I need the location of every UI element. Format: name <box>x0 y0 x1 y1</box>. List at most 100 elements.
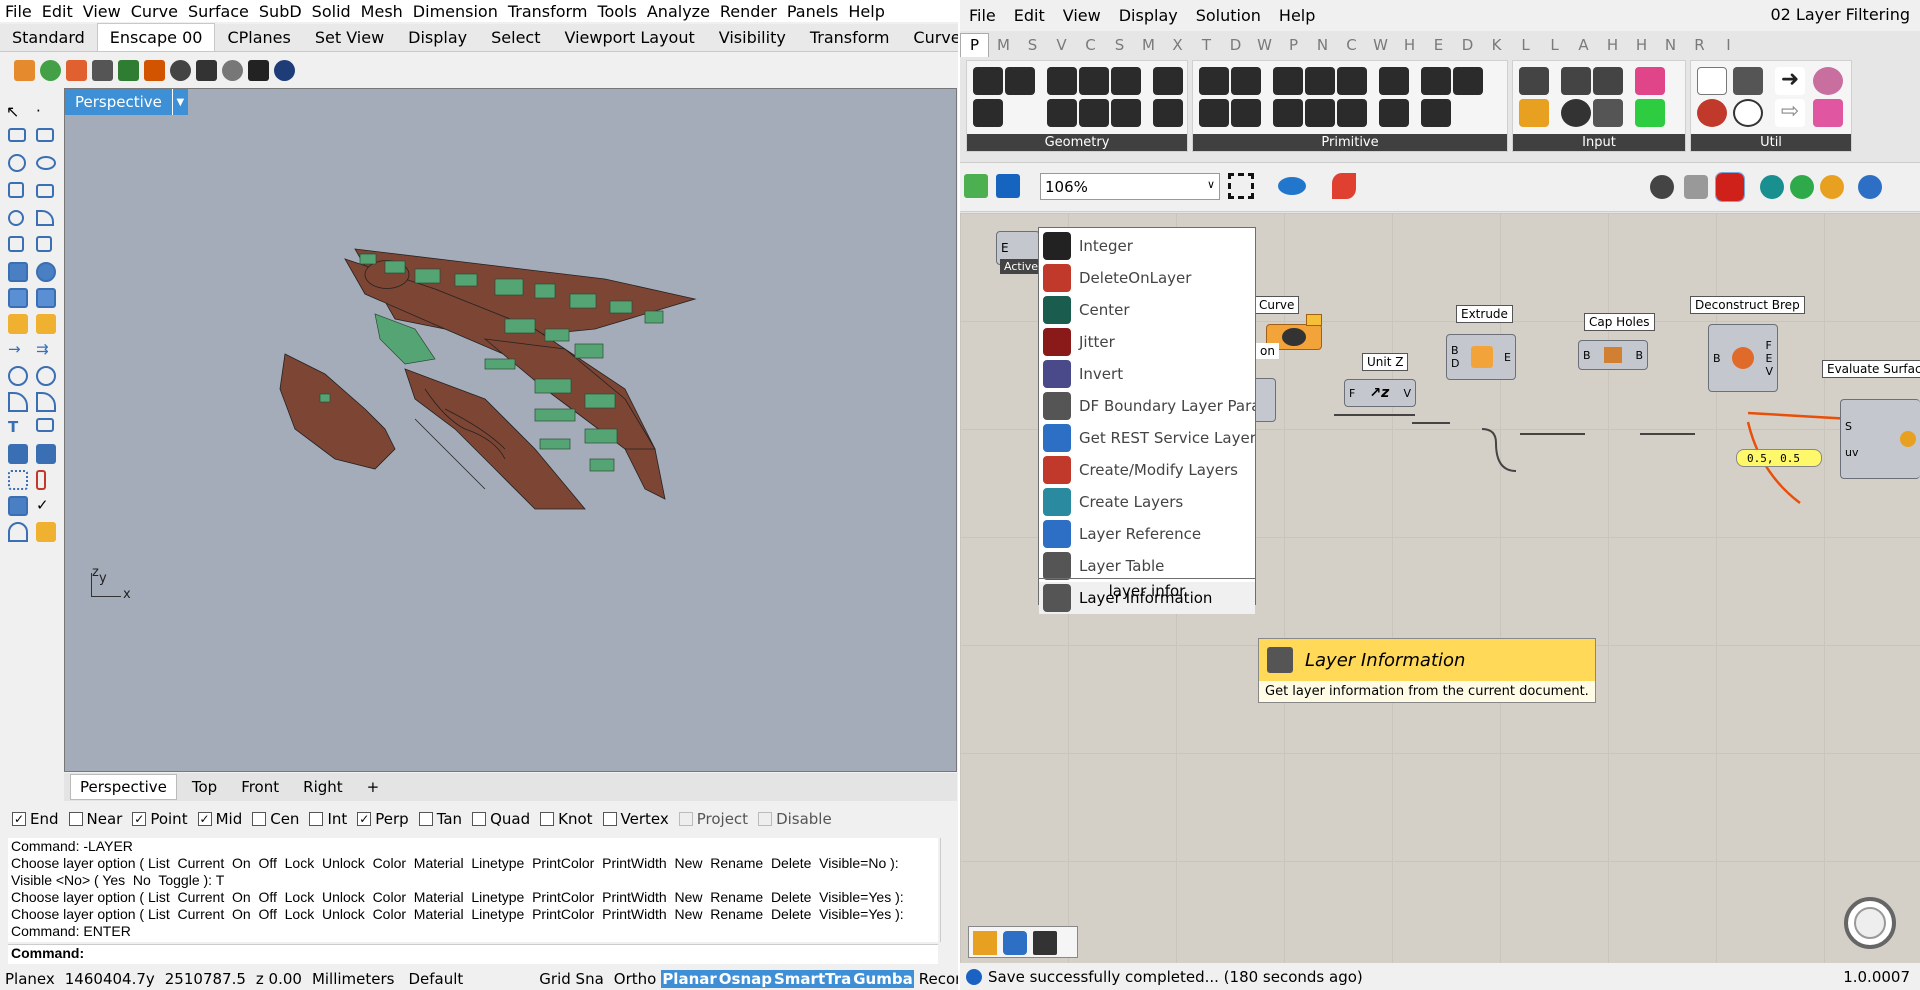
osnap-mid[interactable]: ✓ Mid <box>197 810 242 828</box>
gh-tab-0[interactable]: P <box>960 33 989 57</box>
preview-shaded-icon[interactable] <box>1684 175 1708 199</box>
component-search-input[interactable]: layer infor <box>1039 578 1255 604</box>
menu-analyze[interactable]: Analyze <box>642 2 715 21</box>
search-result-item[interactable]: Center <box>1039 294 1255 326</box>
cluster-icon[interactable] <box>1733 99 1763 127</box>
rectangle-icon[interactable] <box>36 184 54 198</box>
tab-curve-to[interactable]: Curve To <box>901 24 958 51</box>
gh-menu-solution[interactable]: Solution <box>1187 6 1270 25</box>
menu-panels[interactable]: Panels <box>782 2 844 21</box>
search-result-item[interactable]: DF Boundary Layer Paramet... <box>1039 390 1255 422</box>
osnap-cen[interactable]: Cen <box>252 810 299 828</box>
string-param-icon[interactable] <box>1231 99 1261 127</box>
enscape-info-icon[interactable] <box>274 59 295 81</box>
gh-tab-7[interactable]: X <box>1163 36 1192 54</box>
gh-menu-file[interactable]: File <box>960 6 1005 25</box>
gh-tab-23[interactable]: H <box>1627 36 1656 54</box>
gh-tab-12[interactable]: N <box>1308 36 1337 54</box>
checkbox-icon[interactable] <box>68 812 83 826</box>
line-param-icon[interactable] <box>1047 99 1077 127</box>
osnap-vertex[interactable]: Vertex <box>602 810 669 828</box>
osnap-end[interactable]: ✓ End <box>12 810 59 828</box>
menu-dimension[interactable]: Dimension <box>408 2 503 21</box>
enscape-pattern-icon[interactable] <box>170 59 191 81</box>
search-result-item[interactable]: Jitter <box>1039 326 1255 358</box>
command-prompt[interactable]: Command: <box>8 944 938 964</box>
gh-tab-11[interactable]: P <box>1279 36 1308 54</box>
curve-icon[interactable] <box>36 128 54 142</box>
evaluate-surface-node[interactable]: Suv <box>1840 399 1920 479</box>
menu-transform[interactable]: Transform <box>503 2 593 21</box>
osnap-int[interactable]: Int <box>309 810 347 828</box>
checkbox-icon[interactable] <box>678 812 693 826</box>
zoom-extents-icon[interactable] <box>1228 173 1254 199</box>
gh-tab-5[interactable]: S <box>1105 36 1134 54</box>
copy-icon[interactable]: ⇉ <box>36 340 56 360</box>
gh-menu-help[interactable]: Help <box>1270 6 1324 25</box>
menu-view[interactable]: View <box>78 2 126 21</box>
perspective-viewport[interactable]: Perspective ▼ z y x <box>64 88 957 772</box>
toggle-icon[interactable] <box>1561 67 1591 95</box>
align-icon[interactable] <box>36 470 46 490</box>
menu-surface[interactable]: Surface <box>183 2 254 21</box>
data-dam-icon[interactable] <box>1813 67 1843 95</box>
gh-tab-20[interactable]: L <box>1540 36 1569 54</box>
colour-swatch-icon[interactable] <box>1635 99 1665 127</box>
complex-param-icon[interactable] <box>1273 99 1303 127</box>
box-icon[interactable] <box>8 262 28 282</box>
osnap-project[interactable]: Project <box>678 810 748 828</box>
search-result-item[interactable]: Create Layers <box>1039 486 1255 518</box>
flask-icon[interactable] <box>1813 99 1843 127</box>
gh-tab-19[interactable]: L <box>1511 36 1540 54</box>
osnap-near[interactable]: Near <box>68 810 122 828</box>
osnap-quad[interactable]: Quad <box>472 810 530 828</box>
import-icon[interactable] <box>1519 67 1549 95</box>
polyline-icon[interactable] <box>8 128 26 142</box>
plane-param-icon[interactable] <box>1111 99 1141 127</box>
value-list-icon[interactable] <box>1593 99 1623 127</box>
search-result-item[interactable]: Integer <box>1039 230 1255 262</box>
gh-tab-15[interactable]: H <box>1395 36 1424 54</box>
file-path-param-icon[interactable] <box>1305 99 1335 127</box>
button-icon[interactable] <box>1561 99 1591 127</box>
galapagos-icon[interactable] <box>1697 67 1727 95</box>
gh-tab-25[interactable]: R <box>1685 36 1714 54</box>
data-path-param-icon[interactable] <box>1421 67 1451 95</box>
checkbox-icon[interactable]: ✓ <box>12 812 26 826</box>
status-toggle-ortho[interactable]: Ortho <box>609 970 662 988</box>
gh-menu-display[interactable]: Display <box>1110 6 1187 25</box>
import-tool-icon[interactable] <box>1033 931 1057 955</box>
status-layer[interactable]: Default <box>403 970 468 988</box>
enscape-capture-icon[interactable] <box>92 59 113 81</box>
preview-eye-icon[interactable] <box>1278 177 1306 195</box>
dimension-icon[interactable] <box>36 418 54 432</box>
gh-tab-3[interactable]: V <box>1047 36 1076 54</box>
gh-tab-2[interactable]: S <box>1018 36 1047 54</box>
navigation-compass-icon[interactable] <box>1840 893 1900 953</box>
menu-help[interactable]: Help <box>843 2 889 21</box>
material-icon[interactable] <box>36 522 56 542</box>
vector-param-icon[interactable] <box>973 67 1003 95</box>
osnap-disable[interactable]: Disable <box>758 810 832 828</box>
checkbox-icon[interactable] <box>758 812 773 826</box>
gh-menu-view[interactable]: View <box>1054 6 1110 25</box>
gh-tab-14[interactable]: W <box>1366 36 1395 54</box>
gh-tab-10[interactable]: W <box>1250 36 1279 54</box>
status-toggle-smarttra[interactable]: SmartTra <box>773 969 853 988</box>
gh-tab-16[interactable]: E <box>1424 36 1453 54</box>
split-icon[interactable] <box>36 314 56 334</box>
osnap-knot[interactable]: Knot <box>540 810 593 828</box>
arc-icon[interactable] <box>8 210 24 226</box>
zoom-combobox[interactable]: 106% ∨ <box>1040 173 1220 200</box>
rebuild-icon[interactable] <box>8 392 28 412</box>
gh-tab-6[interactable]: M <box>1134 36 1163 54</box>
enscape-settings-icon[interactable] <box>222 59 243 81</box>
render-icon[interactable] <box>8 522 28 542</box>
display-green-icon[interactable] <box>1790 175 1814 199</box>
menu-subd[interactable]: SubD <box>254 2 307 21</box>
display-sphere-icon[interactable] <box>1858 175 1882 199</box>
surface-param-icon[interactable] <box>1111 67 1141 95</box>
tab-display[interactable]: Display <box>396 24 479 51</box>
freeform-curve-icon[interactable] <box>36 210 54 226</box>
menu-mesh[interactable]: Mesh <box>356 2 408 21</box>
